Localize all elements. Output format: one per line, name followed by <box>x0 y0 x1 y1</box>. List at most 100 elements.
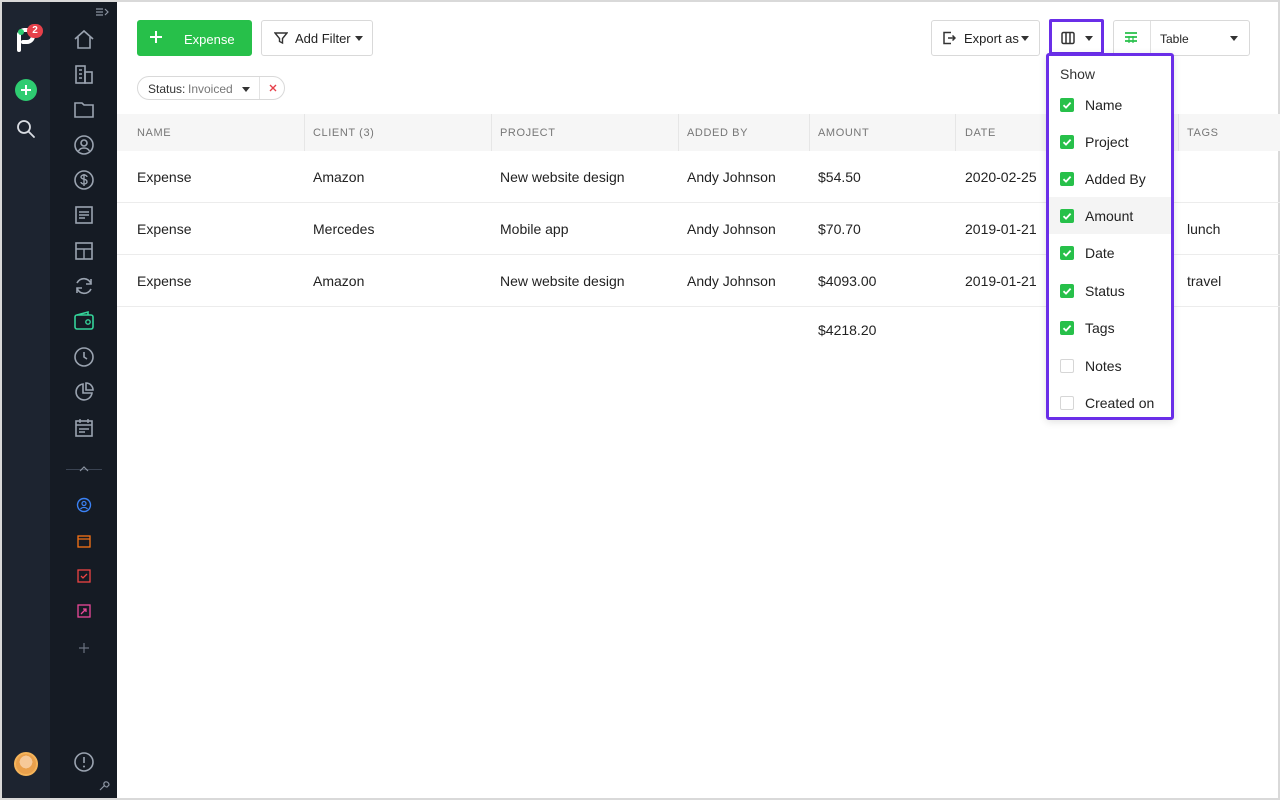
building-icon[interactable] <box>73 63 95 85</box>
caret-down-icon <box>1021 36 1029 41</box>
quick-add-button[interactable] <box>15 79 37 101</box>
calendar-icon[interactable] <box>73 417 95 439</box>
add-expense-button[interactable]: Expense <box>137 20 252 56</box>
cell-project: New website design <box>500 169 625 185</box>
status-filter-chip[interactable]: Status: Invoiced <box>137 76 285 100</box>
option-label: Name <box>1085 97 1123 113</box>
column-option-status[interactable]: Status <box>1049 272 1171 309</box>
checkbox[interactable] <box>1060 359 1074 373</box>
option-label: Created on <box>1085 395 1155 411</box>
plus-icon <box>21 85 31 95</box>
filter-key: Status: <box>148 82 186 96</box>
pie-chart-icon[interactable] <box>73 381 95 403</box>
user-circle-icon[interactable] <box>73 134 95 156</box>
cell-tags: travel <box>1187 273 1222 289</box>
calendar-app-icon[interactable] <box>76 533 92 549</box>
column-option-project[interactable]: Project <box>1049 123 1171 160</box>
export-button[interactable]: Export as <box>931 20 1040 56</box>
columns-icon <box>1061 31 1075 45</box>
column-divider[interactable] <box>1178 114 1179 151</box>
contacts-app-icon[interactable] <box>76 497 92 513</box>
checkbox[interactable] <box>1060 98 1074 112</box>
chevron-up-icon[interactable] <box>78 464 90 472</box>
column-option-notes[interactable]: Notes <box>1049 347 1171 384</box>
view-mode-select[interactable]: Table <box>1113 20 1250 56</box>
wrench-icon[interactable] <box>98 780 110 792</box>
check-icon <box>1062 212 1072 220</box>
cell-added-by: Andy Johnson <box>687 273 776 289</box>
caret-down-icon <box>355 36 363 41</box>
cell-name: Expense <box>137 221 192 237</box>
remove-filter-icon[interactable] <box>267 82 279 94</box>
column-option-created-on[interactable]: Created on <box>1049 384 1171 421</box>
cell-client: Amazon <box>313 273 365 289</box>
column-header-project[interactable]: Project <box>500 127 556 139</box>
column-header-date[interactable]: Date <box>965 127 996 139</box>
document-list-icon[interactable] <box>73 204 95 226</box>
cell-added-by: Andy Johnson <box>687 221 776 237</box>
view-select-divider <box>1150 21 1151 55</box>
add-expense-label: Expense <box>184 32 235 47</box>
add-app-icon[interactable] <box>76 640 92 656</box>
cell-tags: lunch <box>1187 221 1221 237</box>
column-option-name[interactable]: Name <box>1049 86 1171 123</box>
option-label: Added By <box>1085 171 1146 187</box>
column-header-tags[interactable]: Tags <box>1187 127 1219 139</box>
columns-button[interactable] <box>1049 19 1104 55</box>
column-option-added-by[interactable]: Added By <box>1049 160 1171 197</box>
column-option-amount[interactable]: Amount <box>1049 197 1171 234</box>
layout-icon[interactable] <box>73 240 95 262</box>
wallet-icon[interactable] <box>73 310 95 332</box>
checkbox[interactable] <box>1060 209 1074 223</box>
home-icon[interactable] <box>73 28 95 50</box>
caret-down-icon[interactable] <box>242 87 250 92</box>
column-header-name[interactable]: Name <box>137 127 171 139</box>
info-icon[interactable] <box>73 751 95 773</box>
columns-dropdown: Show Name Project Added By Amount Date S… <box>1046 53 1174 420</box>
check-icon <box>1062 287 1072 295</box>
check-icon <box>1062 324 1072 332</box>
dropdown-title: Show <box>1060 66 1096 82</box>
check-icon <box>1062 101 1072 109</box>
notification-badge[interactable]: 2 <box>27 24 43 38</box>
option-label: Amount <box>1085 208 1134 224</box>
checkbox[interactable] <box>1060 321 1074 335</box>
checkbox[interactable] <box>1060 284 1074 298</box>
column-divider[interactable] <box>955 114 956 151</box>
search-icon[interactable] <box>16 119 36 139</box>
column-divider[interactable] <box>809 114 810 151</box>
option-label: Notes <box>1085 358 1122 374</box>
export-icon <box>943 31 956 45</box>
checkbox[interactable] <box>1060 246 1074 260</box>
cell-name: Expense <box>137 273 192 289</box>
collapse-sidebar-icon[interactable] <box>95 6 109 18</box>
total-amount: $4218.20 <box>818 322 877 338</box>
clock-icon[interactable] <box>73 346 95 368</box>
cell-amount: $4093.00 <box>818 273 877 289</box>
caret-down-icon <box>1230 36 1238 41</box>
dollar-icon[interactable] <box>73 169 95 191</box>
user-avatar[interactable] <box>14 752 38 776</box>
column-header-added-by[interactable]: Added By <box>687 127 748 139</box>
column-option-tags[interactable]: Tags <box>1049 309 1171 346</box>
reports-app-icon[interactable] <box>76 603 92 619</box>
refresh-icon[interactable] <box>73 275 95 297</box>
checkbox[interactable] <box>1060 396 1074 410</box>
cell-added-by: Andy Johnson <box>687 169 776 185</box>
column-option-date[interactable]: Date <box>1049 234 1171 271</box>
column-header-client[interactable]: Client (3) <box>313 127 374 139</box>
cell-amount: $54.50 <box>818 169 861 185</box>
cell-date: 2020-02-25 <box>965 169 1037 185</box>
tasks-app-icon[interactable] <box>76 568 92 584</box>
add-filter-button[interactable]: Add Filter <box>261 20 373 56</box>
checkbox[interactable] <box>1060 135 1074 149</box>
column-header-amount[interactable]: Amount <box>818 127 869 139</box>
checkbox[interactable] <box>1060 172 1074 186</box>
folder-icon[interactable] <box>73 98 95 120</box>
cell-date: 2019-01-21 <box>965 273 1037 289</box>
option-label: Date <box>1085 245 1115 261</box>
column-divider[interactable] <box>678 114 679 151</box>
column-divider[interactable] <box>304 114 305 151</box>
column-divider[interactable] <box>491 114 492 151</box>
filter-funnel-icon <box>274 32 288 45</box>
